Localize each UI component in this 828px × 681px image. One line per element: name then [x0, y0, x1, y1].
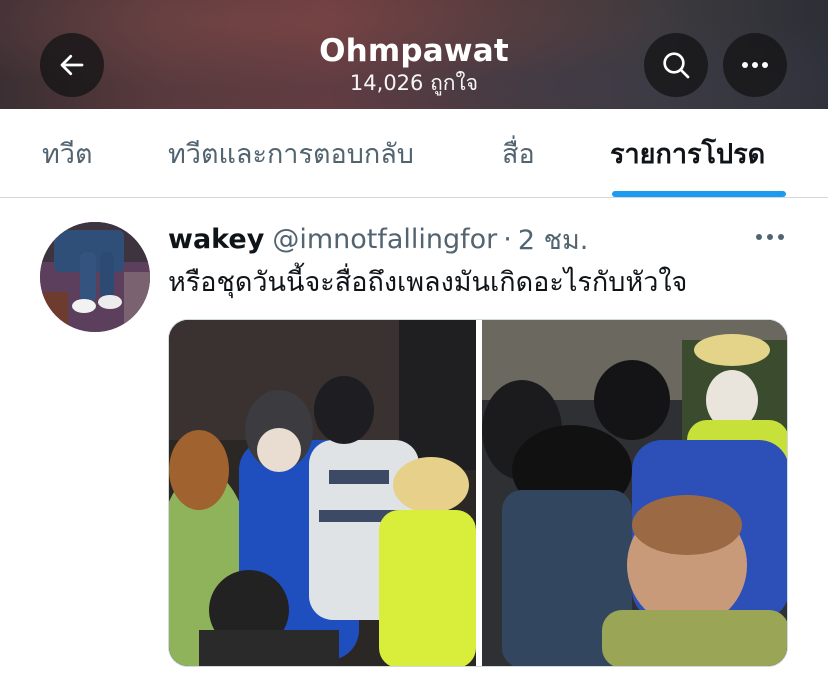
- tweet-photo-2[interactable]: [482, 320, 787, 666]
- photo-crowd-right: [482, 320, 787, 666]
- search-button[interactable]: [644, 33, 708, 97]
- tab-label: ทวีตและการตอบกลับ: [168, 138, 414, 170]
- tab-label: รายการโปรด: [610, 138, 766, 170]
- tab-tweets[interactable]: ทวีต: [42, 109, 93, 197]
- more-horizontal-icon: [742, 62, 768, 68]
- tweet-text: หรือชุดวันนี้จะสื่อถึงเพลงมันเกิดอะไรกับ…: [168, 267, 688, 298]
- tweet-timestamp[interactable]: 2 ชม.: [518, 218, 588, 261]
- tab-label: สื่อ: [502, 138, 535, 170]
- tweet-header: wakey @imnotfallingfor · 2 ชม.: [168, 219, 588, 259]
- profile-tabs: ทวีต ทวีตและการตอบกลับ สื่อ รายการโปรด: [0, 109, 828, 198]
- more-options-button[interactable]: [723, 33, 787, 97]
- tab-likes[interactable]: รายการโปรด: [610, 109, 765, 197]
- separator-dot: ·: [503, 223, 512, 255]
- tab-tweets-and-replies[interactable]: ทวีตและการตอบกลับ: [168, 109, 414, 197]
- avatar-image: [40, 222, 150, 332]
- active-tab-indicator: [612, 191, 786, 197]
- photo-crowd-left: [169, 320, 476, 666]
- search-icon: [663, 52, 690, 79]
- more-horizontal-icon: [756, 234, 784, 240]
- tweet-photo-1[interactable]: [169, 320, 476, 666]
- tweet-media: [168, 319, 788, 667]
- tweet-more-button[interactable]: [748, 222, 792, 252]
- profile-header: Ohmpawat 14,026 ถูกใจ: [0, 0, 828, 109]
- tab-media[interactable]: สื่อ: [502, 109, 535, 197]
- tweet-author-handle[interactable]: @imnotfallingfor: [272, 224, 497, 255]
- tweet-author-name[interactable]: wakey: [168, 224, 264, 255]
- avatar[interactable]: [40, 222, 150, 332]
- tab-label: ทวีต: [42, 138, 93, 170]
